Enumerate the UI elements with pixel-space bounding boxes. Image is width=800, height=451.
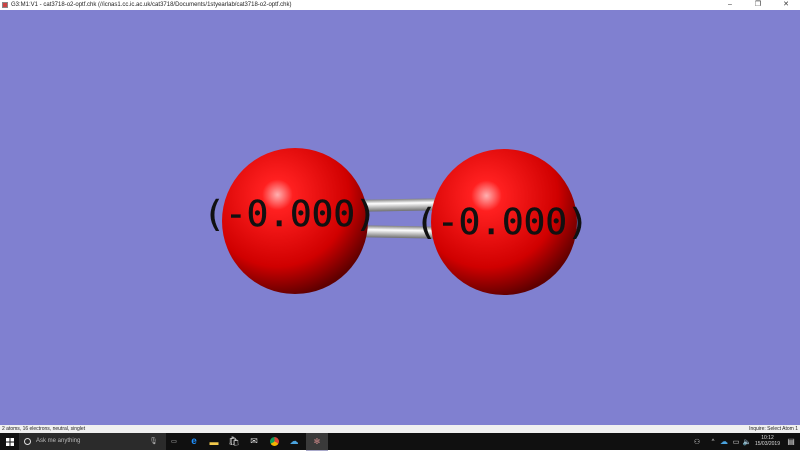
notifications-icon[interactable]: ▤ bbox=[784, 433, 798, 450]
search-box[interactable]: Ask me anything 🎙 bbox=[19, 433, 166, 450]
chrome-icon[interactable] bbox=[266, 433, 282, 450]
mail-icon[interactable]: ✉ bbox=[246, 433, 262, 450]
file-explorer-icon[interactable]: ▬ bbox=[206, 433, 222, 450]
clock-date: 15/03/2019 bbox=[754, 441, 780, 447]
edge-icon[interactable]: e bbox=[186, 433, 202, 450]
start-button[interactable] bbox=[0, 433, 19, 450]
search-placeholder: Ask me anything bbox=[36, 438, 81, 444]
onedrive-icon[interactable]: ☁ bbox=[718, 433, 730, 450]
people-icon[interactable]: ⚇ bbox=[690, 433, 704, 450]
atom-1-charge-label: (-0.000) bbox=[203, 194, 376, 235]
windows-icon bbox=[5, 437, 14, 446]
maximize-button[interactable]: ❐ bbox=[745, 0, 771, 10]
show-hidden-icons[interactable]: ^ bbox=[708, 433, 718, 450]
taskbar: Ask me anything 🎙 ▭ e ▬ 🛍 ✉ ☁ ✻ ⚇ ^ ☁ ▭ … bbox=[0, 433, 800, 451]
atom-2-charge-label: (-0.000) bbox=[415, 202, 588, 243]
status-bar: 2 atoms, 16 electrons, neutral, singlet … bbox=[0, 425, 800, 433]
minimize-button[interactable]: – bbox=[717, 0, 743, 10]
microphone-icon[interactable]: 🎙 bbox=[149, 437, 158, 445]
molecule-viewport[interactable]: (-0.000) (-0.000) bbox=[0, 10, 800, 425]
molecule-info: 2 atoms, 16 electrons, neutral, singlet bbox=[2, 426, 86, 432]
task-view-icon[interactable]: ▭ bbox=[166, 433, 182, 450]
cortana-icon bbox=[24, 438, 31, 445]
app-icon bbox=[2, 2, 8, 8]
title-bar: G3:M1:V1 - cat3718-o2-optf.chk (//icnas1… bbox=[0, 0, 800, 10]
clock[interactable]: 10:12 15/03/2019 bbox=[755, 435, 780, 447]
window-title: G3:M1:V1 - cat3718-o2-optf.chk (//icnas1… bbox=[11, 2, 292, 8]
close-button[interactable]: ✕ bbox=[773, 0, 799, 10]
mode-status: Inquire: Select Atom 1 bbox=[749, 426, 798, 432]
volume-icon[interactable]: 🔈 bbox=[742, 433, 752, 450]
network-icon[interactable]: ▭ bbox=[730, 433, 742, 450]
gaussview-icon[interactable]: ✻ bbox=[306, 433, 328, 451]
store-icon[interactable]: 🛍 bbox=[226, 433, 242, 450]
cloud-app-icon[interactable]: ☁ bbox=[286, 433, 302, 450]
